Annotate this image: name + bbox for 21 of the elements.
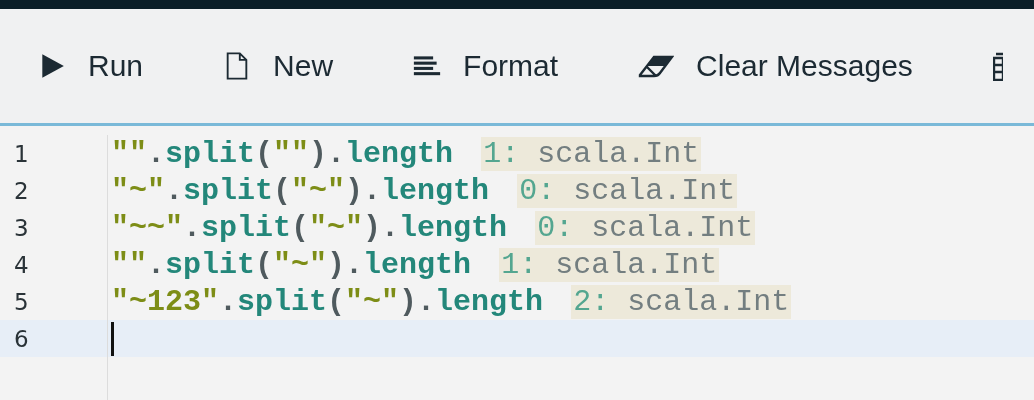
result-annotation: 0: scala.Int bbox=[535, 210, 756, 245]
line-number: 1 bbox=[0, 135, 108, 172]
run-button[interactable]: Run bbox=[38, 49, 144, 83]
clear-button[interactable]: Clear Messages bbox=[638, 49, 913, 83]
line-number: 4 bbox=[0, 246, 108, 283]
text-cursor bbox=[111, 321, 114, 356]
result-annotation: 0: scala.Int bbox=[517, 173, 738, 208]
line-number: 3 bbox=[0, 209, 108, 246]
line-number: 2 bbox=[0, 172, 108, 209]
result-annotation: 1: scala.Int bbox=[481, 136, 702, 171]
code-line: "".split("~").length bbox=[111, 247, 472, 282]
code-line: "~~".split("~").length bbox=[111, 210, 508, 245]
line-number: 6 bbox=[0, 320, 108, 357]
result-annotation: 1: scala.Int bbox=[499, 247, 720, 282]
code-line: "".split("").length bbox=[111, 136, 454, 171]
code-line: "~123".split("~").length bbox=[111, 284, 544, 319]
result-annotation: 2: scala.Int bbox=[571, 284, 792, 319]
clipboard-icon[interactable] bbox=[992, 51, 1003, 81]
new-button[interactable]: New bbox=[223, 49, 334, 83]
format-button[interactable]: Format bbox=[413, 49, 559, 83]
code-line: "~".split("~").length bbox=[111, 173, 490, 208]
